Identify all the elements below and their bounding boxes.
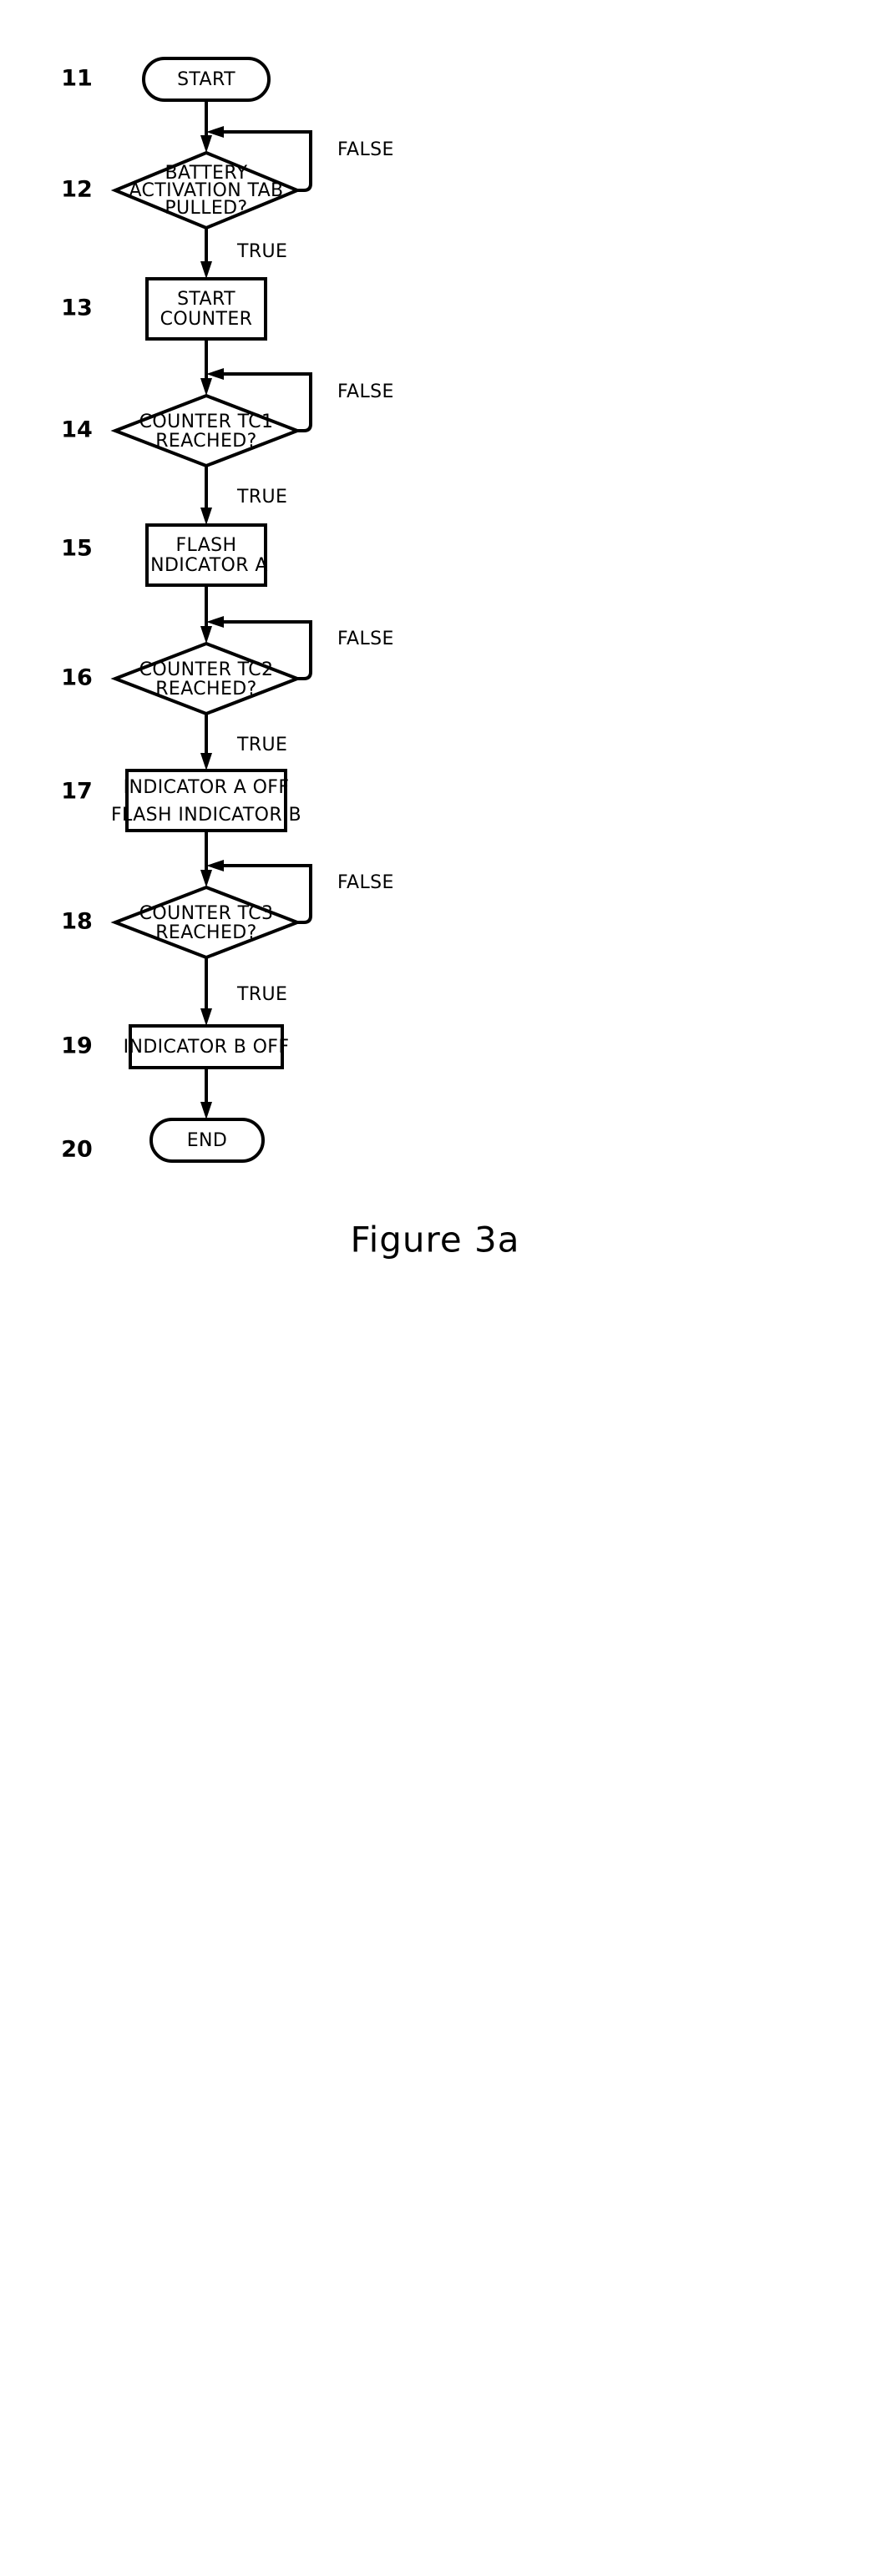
node-16-label-line-2: REACHED? <box>155 679 256 700</box>
ref-number-12: 12 <box>61 177 93 203</box>
arrowhead-left-icon <box>206 616 224 628</box>
node-17-label-line-1: INDICATOR A OFF <box>124 777 290 798</box>
ref-number-15: 15 <box>61 536 93 562</box>
arrowhead-down-icon <box>200 508 212 525</box>
true-label-node-14: TRUE <box>236 487 287 508</box>
node-12-decision[interactable]: BATTERY ACTIVATION TAB PULLED? <box>110 150 302 230</box>
arrowhead-left-icon <box>206 860 224 871</box>
true-label-node-18: TRUE <box>236 984 287 1005</box>
connector-node-12-to-node-13 <box>200 228 212 279</box>
connector-start-to-node-12 <box>200 100 212 153</box>
node-13-process[interactable]: START COUNTER <box>145 277 267 341</box>
arrowhead-left-icon <box>206 368 224 380</box>
arrowhead-down-icon <box>200 1102 212 1119</box>
true-label-node-16: TRUE <box>236 735 287 755</box>
connector-node-15-to-node-16 <box>200 585 212 644</box>
node-14-decision[interactable]: COUNTER TC1 REACHED? <box>110 393 302 468</box>
node-19-process[interactable]: INDICATOR B OFF <box>124 1024 290 1069</box>
ref-number-20: 20 <box>61 1137 93 1163</box>
node-11-label-line-1: START <box>177 69 235 90</box>
figure-page: START 11 BATTERY ACTIVATION TAB PULLED? … <box>0 0 871 2576</box>
connector-node-19-to-node-20 <box>200 1068 212 1119</box>
ref-number-14: 14 <box>61 417 93 443</box>
node-11-start[interactable]: START <box>142 57 271 102</box>
node-18-decision[interactable]: COUNTER TC3 REACHED? <box>110 885 302 960</box>
connector-node-14-to-node-15 <box>200 466 212 525</box>
node-20-end[interactable]: END <box>149 1118 265 1163</box>
arrowhead-down-icon <box>200 870 212 887</box>
node-17-process[interactable]: INDICATOR A OFF FLASH INDICATOR B <box>111 769 301 832</box>
ref-number-18: 18 <box>61 909 93 935</box>
node-15-label-line-1: FLASH <box>176 535 237 556</box>
node-18-label-line-1: COUNTER TC3 <box>139 903 274 924</box>
ref-number-17: 17 <box>61 779 93 805</box>
true-label-node-12: TRUE <box>236 241 287 262</box>
connector-node-18-to-node-19 <box>200 957 212 1026</box>
arrowhead-down-icon <box>200 378 212 396</box>
node-12-label-line-3: PULLED? <box>165 198 247 219</box>
ref-number-16: 16 <box>61 665 93 691</box>
node-14-label-line-2: REACHED? <box>155 431 256 452</box>
false-label-node-12: FALSE <box>337 139 394 160</box>
arrowhead-down-icon <box>200 753 212 770</box>
node-13-label-line-2: COUNTER <box>160 309 253 330</box>
arrowhead-down-icon <box>200 135 212 153</box>
false-label-node-18: FALSE <box>337 872 394 893</box>
node-18-label-line-2: REACHED? <box>155 922 256 943</box>
node-20-label-line-1: END <box>187 1130 228 1151</box>
false-label-node-14: FALSE <box>337 381 394 402</box>
node-16-decision[interactable]: COUNTER TC2 REACHED? <box>110 641 302 716</box>
node-15-label-line-2: INDICATOR A <box>144 555 268 576</box>
node-13-label-line-1: START <box>177 289 235 310</box>
connector-node-16-to-node-17 <box>200 714 212 770</box>
false-label-node-16: FALSE <box>337 629 394 649</box>
ref-number-13: 13 <box>61 295 93 321</box>
ref-number-19: 19 <box>61 1033 93 1059</box>
ref-number-11: 11 <box>61 66 93 92</box>
node-16-label-line-1: COUNTER TC2 <box>139 659 274 680</box>
arrowhead-down-icon <box>200 261 212 279</box>
node-14-label-line-1: COUNTER TC1 <box>139 412 274 432</box>
node-19-label-line-1: INDICATOR B OFF <box>124 1037 290 1058</box>
connector-node-17-to-node-18 <box>200 831 212 887</box>
figure-caption: Figure 3a <box>350 1220 519 1260</box>
flowchart-canvas: START 11 BATTERY ACTIVATION TAB PULLED? … <box>61 57 519 1260</box>
node-17-label-line-2: FLASH INDICATOR B <box>111 805 301 826</box>
node-15-process[interactable]: FLASH INDICATOR A <box>144 523 268 587</box>
arrowhead-down-icon <box>200 626 212 644</box>
connector-node-13-to-node-14 <box>200 339 212 396</box>
arrowhead-down-icon <box>200 1008 212 1026</box>
